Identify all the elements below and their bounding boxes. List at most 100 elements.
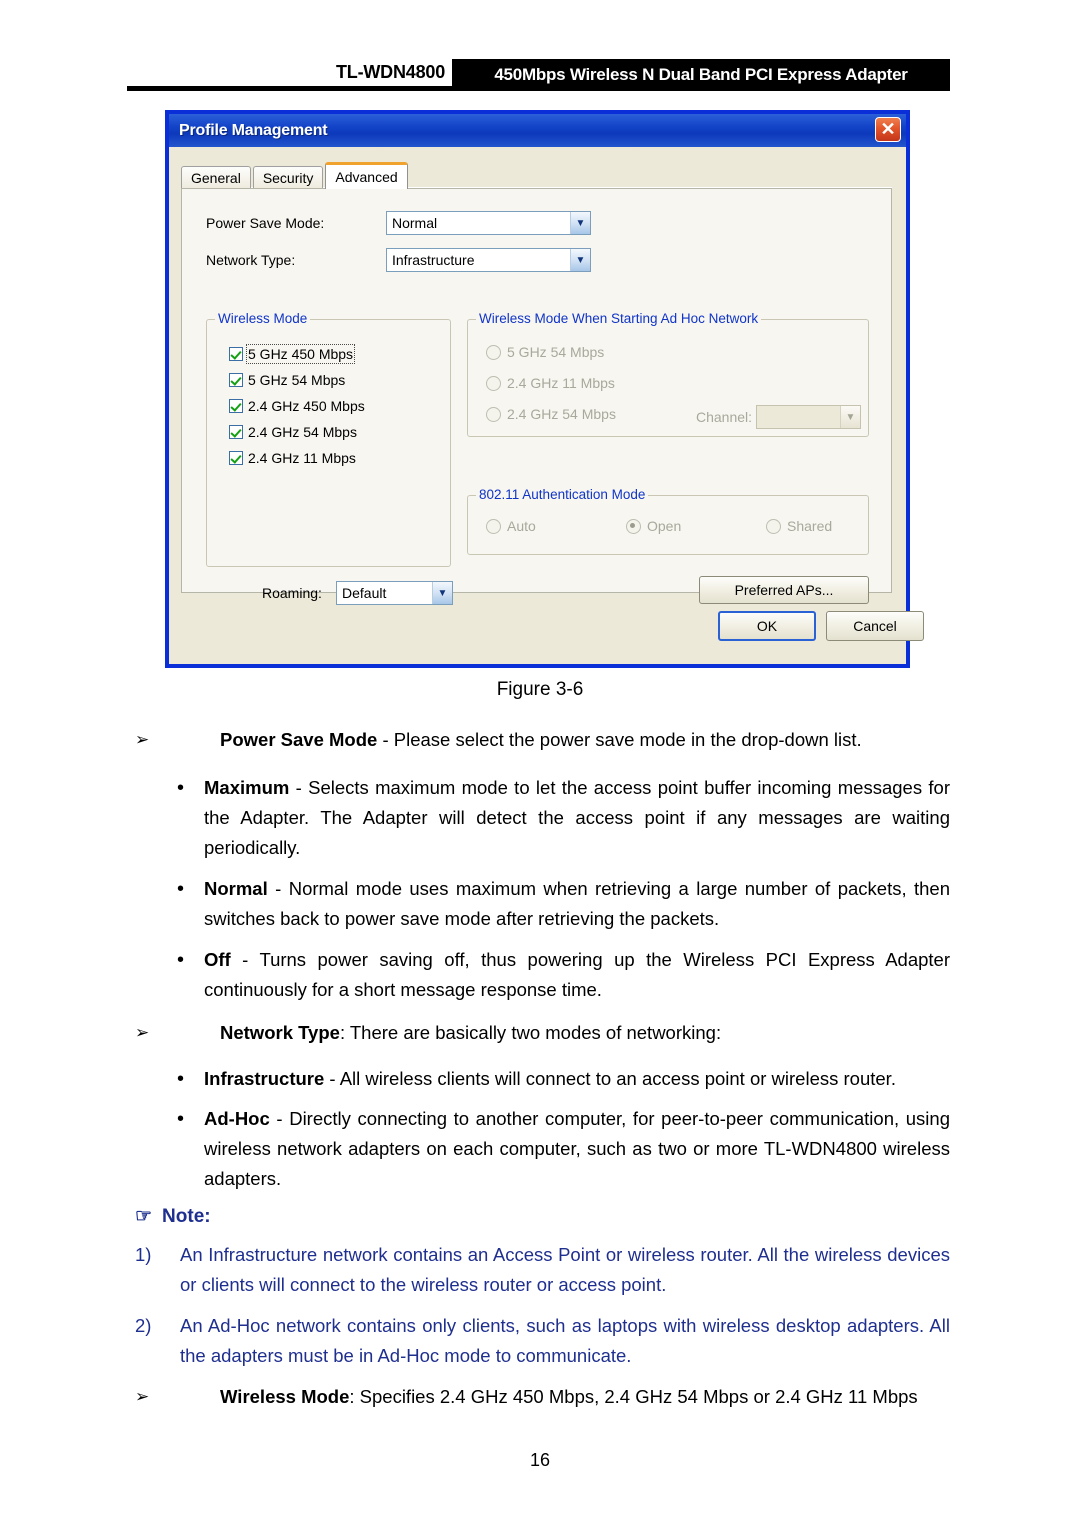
authentication-mode-group: 802.11 Authentication Mode Auto Open Sha… bbox=[467, 487, 869, 555]
checkbox-label: 2.4 GHz 450 Mbps bbox=[248, 398, 365, 414]
radio-label: Open bbox=[647, 518, 682, 534]
advanced-tab-page: Power Save Mode: Normal ▼ Network Type: … bbox=[181, 188, 892, 605]
checkbox-24ghz-450mbps[interactable]: 2.4 GHz 450 Mbps bbox=[229, 398, 365, 414]
radio-icon[interactable] bbox=[486, 406, 501, 422]
bullet-item-off: • Off - Turns power saving off, thus pow… bbox=[177, 945, 950, 1005]
chevron-down-icon[interactable]: ▼ bbox=[570, 212, 590, 234]
channel-label: Channel: bbox=[696, 409, 753, 425]
power-save-mode-select[interactable]: Normal ▼ bbox=[386, 211, 591, 235]
note-item-2: 2) An Ad-Hoc network contains only clien… bbox=[135, 1311, 950, 1371]
radio-auth-open[interactable]: Open bbox=[626, 518, 681, 534]
note-text: An Ad-Hoc network contains only clients,… bbox=[180, 1315, 950, 1366]
bullet-item-normal: • Normal - Normal mode uses maximum when… bbox=[177, 874, 950, 934]
note-item-1: 1) An Infrastructure network contains an… bbox=[135, 1240, 950, 1300]
checkbox-label: 5 GHz 54 Mbps bbox=[248, 372, 346, 388]
dialog-titlebar: Profile Management ✕ bbox=[169, 114, 906, 147]
bullet-icon: • bbox=[177, 878, 185, 900]
wireless-mode-desc: : Specifies 2.4 GHz 450 Mbps, 2.4 GHz 54… bbox=[349, 1386, 918, 1407]
radio-icon[interactable] bbox=[486, 375, 501, 391]
wireless-mode-group: Wireless Mode 5 GHz 450 Mbps 5 GHz 54 Mb… bbox=[206, 311, 451, 567]
tab-general[interactable]: General bbox=[181, 166, 251, 189]
note-text: An Infrastructure network contains an Ac… bbox=[180, 1244, 950, 1295]
checkbox-icon[interactable] bbox=[229, 451, 243, 465]
ok-button[interactable]: OK bbox=[718, 611, 816, 641]
bullet-icon: • bbox=[177, 949, 185, 971]
checkbox-5ghz-450mbps[interactable]: 5 GHz 450 Mbps bbox=[229, 344, 356, 364]
bullet-icon: • bbox=[177, 1068, 185, 1090]
radio-label: Shared bbox=[787, 518, 833, 534]
pointing-hand-icon: ☞ bbox=[135, 1206, 153, 1227]
radio-icon[interactable] bbox=[626, 518, 641, 534]
power-save-mode-label: Power Save Mode: bbox=[206, 215, 325, 231]
radio-icon[interactable] bbox=[486, 344, 501, 360]
arrow-bullet-icon: ➢ bbox=[135, 1387, 150, 1406]
radio-label: 5 GHz 54 Mbps bbox=[507, 344, 605, 360]
dialog-body: General Security Advanced Power Save Mod… bbox=[169, 147, 924, 664]
checkbox-5ghz-54mbps[interactable]: 5 GHz 54 Mbps bbox=[229, 372, 345, 388]
arrow-item-wireless-mode: ➢ Wireless Mode: Specifies 2.4 GHz 450 M… bbox=[135, 1382, 950, 1412]
chevron-down-icon[interactable]: ▼ bbox=[570, 249, 590, 271]
checkbox-icon[interactable] bbox=[229, 373, 243, 387]
maximum-desc: - Selects maximum mode to let the access… bbox=[204, 777, 950, 858]
cancel-button[interactable]: Cancel bbox=[826, 611, 924, 641]
note-title: Note: bbox=[162, 1206, 211, 1227]
figure-caption: Figure 3-6 bbox=[496, 679, 584, 700]
dialog-tabs: General Security Advanced bbox=[181, 162, 410, 189]
roaming-value: Default bbox=[342, 585, 387, 601]
chevron-down-icon[interactable]: ▼ bbox=[840, 406, 860, 428]
dialog-title: Profile Management bbox=[179, 121, 328, 139]
radio-adhoc-5ghz-54mbps[interactable]: 5 GHz 54 Mbps bbox=[486, 344, 604, 360]
arrow-bullet-icon: ➢ bbox=[135, 730, 150, 749]
bullet-item-adhoc: • Ad-Hoc - Directly connecting to anothe… bbox=[177, 1104, 950, 1194]
checkbox-label: 5 GHz 450 Mbps bbox=[245, 344, 356, 364]
power-save-mode-desc: - Please select the power save mode in t… bbox=[377, 729, 862, 750]
header-rule bbox=[127, 86, 950, 91]
radio-adhoc-24ghz-11mbps[interactable]: 2.4 GHz 11 Mbps bbox=[486, 375, 615, 391]
checkbox-icon[interactable] bbox=[229, 347, 243, 361]
note-number: 1) bbox=[135, 1244, 152, 1265]
adhoc-desc: - Directly connecting to another compute… bbox=[204, 1108, 950, 1189]
infrastructure-desc: - All wireless clients will connect to a… bbox=[324, 1068, 896, 1089]
checkbox-label: 2.4 GHz 11 Mbps bbox=[248, 450, 356, 466]
arrow-bullet-icon: ➢ bbox=[135, 1023, 150, 1042]
bullet-icon: • bbox=[177, 777, 185, 799]
page-number: 16 bbox=[529, 1450, 551, 1470]
tab-advanced[interactable]: Advanced bbox=[325, 162, 408, 189]
network-type-value: Infrastructure bbox=[392, 252, 475, 268]
header-model-name: TL-WDN4800 bbox=[335, 62, 445, 82]
network-type-term: Network Type bbox=[220, 1022, 340, 1043]
radio-icon[interactable] bbox=[486, 518, 501, 534]
checkbox-icon[interactable] bbox=[229, 425, 243, 439]
radio-label: 2.4 GHz 54 Mbps bbox=[507, 406, 616, 422]
off-term: Off bbox=[204, 949, 231, 970]
roaming-select[interactable]: Default ▼ bbox=[336, 581, 453, 605]
radio-icon[interactable] bbox=[766, 518, 781, 534]
bullet-item-maximum: • Maximum - Selects maximum mode to let … bbox=[177, 773, 950, 863]
profile-management-dialog: Profile Management ✕ General Security Ad… bbox=[165, 110, 924, 668]
chevron-down-icon[interactable]: ▼ bbox=[432, 582, 452, 604]
adhoc-wireless-mode-group: Wireless Mode When Starting Ad Hoc Netwo… bbox=[467, 311, 869, 437]
preferred-aps-button[interactable]: Preferred APs... bbox=[699, 576, 869, 604]
adhoc-term: Ad-Hoc bbox=[204, 1108, 270, 1129]
infrastructure-term: Infrastructure bbox=[204, 1068, 325, 1089]
checkbox-icon[interactable] bbox=[229, 399, 243, 413]
close-icon[interactable]: ✕ bbox=[875, 117, 901, 142]
off-desc: - Turns power saving off, thus powering … bbox=[204, 949, 950, 1000]
checkbox-24ghz-54mbps[interactable]: 2.4 GHz 54 Mbps bbox=[229, 424, 357, 440]
arrow-item-power-save-mode: ➢ Power Save Mode - Please select the po… bbox=[135, 725, 950, 755]
power-save-mode-term: Power Save Mode bbox=[220, 729, 378, 750]
checkbox-24ghz-11mbps[interactable]: 2.4 GHz 11 Mbps bbox=[229, 450, 356, 466]
channel-select[interactable]: ▼ bbox=[756, 405, 861, 429]
wireless-mode-group-title: Wireless Mode bbox=[215, 311, 311, 326]
page-header: TL-WDN4800 450Mbps Wireless N Dual Band … bbox=[0, 0, 1080, 100]
normal-term: Normal bbox=[204, 878, 268, 899]
note-number: 2) bbox=[135, 1315, 152, 1336]
network-type-select[interactable]: Infrastructure ▼ bbox=[386, 248, 591, 272]
tab-security[interactable]: Security bbox=[252, 166, 324, 189]
radio-auth-auto[interactable]: Auto bbox=[486, 518, 536, 534]
network-type-label: Network Type: bbox=[206, 252, 296, 268]
power-save-mode-value: Normal bbox=[392, 215, 438, 231]
radio-auth-shared[interactable]: Shared bbox=[766, 518, 832, 534]
radio-adhoc-24ghz-54mbps[interactable]: 2.4 GHz 54 Mbps bbox=[486, 406, 616, 422]
network-type-desc: : There are basically two modes of netwo… bbox=[339, 1022, 722, 1043]
